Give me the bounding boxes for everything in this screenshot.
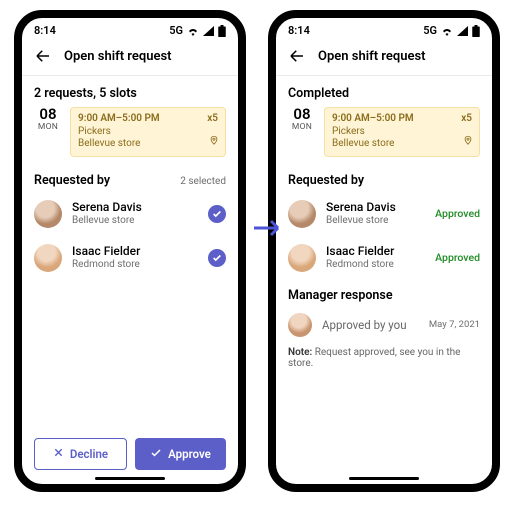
status-badge: Approved — [435, 207, 480, 220]
action-bar: Decline Approve — [34, 426, 226, 484]
battery-icon — [472, 25, 480, 37]
shift-time: 9:00 AM–5:00 PM — [78, 113, 160, 126]
requester-location: Redmond store — [72, 259, 198, 271]
page-title: Open shift request — [64, 49, 172, 64]
approve-button[interactable]: Approve — [135, 438, 226, 470]
requester-row[interactable]: Isaac FielderRedmond store — [34, 236, 226, 280]
manager-response-heading: Manager response — [288, 288, 480, 303]
requester-name: Isaac Fielder — [326, 244, 425, 258]
manager-response-row: Approved by you May 7, 2021 — [288, 309, 480, 343]
shift-row: 08 MON 9:00 AM–5:00 PM x5 Pickers Bellevu… — [34, 107, 226, 157]
decline-label: Decline — [70, 447, 108, 461]
shift-count: x5 — [207, 113, 218, 126]
selected-count: 2 selected — [180, 176, 226, 187]
requester-row[interactable]: Isaac FielderRedmond store Approved — [288, 236, 480, 280]
page-header: Open shift request — [276, 39, 492, 76]
status-bar: 8:14 5G — [276, 18, 492, 39]
avatar — [34, 244, 62, 272]
shift-card[interactable]: 9:00 AM–5:00 PM x5 Pickers Bellevue store — [70, 107, 226, 157]
page-title: Open shift request — [318, 49, 426, 64]
shift-store: Bellevue store — [332, 138, 472, 151]
location-icon — [463, 135, 473, 150]
clock: 8:14 — [288, 24, 310, 37]
date-weekday: MON — [288, 122, 316, 132]
approve-label: Approve — [168, 447, 211, 461]
summary-label: 2 requests, 5 slots — [34, 86, 226, 101]
home-indicator — [95, 477, 165, 480]
phone-after: 8:14 5G Open shift request Completed 08 … — [268, 10, 500, 492]
avatar — [288, 313, 312, 337]
close-icon — [53, 447, 64, 461]
requested-by-heading: Requested by — [34, 173, 110, 188]
back-button[interactable] — [32, 45, 54, 67]
selected-check-icon[interactable] — [208, 249, 226, 267]
note-text: Request approved, see you in the store. — [288, 347, 460, 369]
requester-location: Bellevue store — [326, 215, 425, 227]
shift-count: x5 — [461, 113, 472, 126]
phone-before: 8:14 5G Open shift request 2 requests, 5… — [14, 10, 246, 492]
shift-store: Bellevue store — [78, 138, 218, 151]
requester-location: Redmond store — [326, 259, 425, 271]
shift-role: Pickers — [78, 126, 218, 139]
shift-role: Pickers — [332, 126, 472, 139]
signal-icon — [457, 26, 468, 36]
shift-row: 08 MON 9:00 AM–5:00 PM x5 Pickers Bellevu… — [288, 107, 480, 157]
requester-name: Serena Davis — [326, 200, 425, 214]
transition-arrow-icon — [252, 218, 282, 242]
date-day: 08 — [34, 107, 62, 122]
manager-response-text: Approved by you — [322, 318, 419, 332]
requested-by-heading: Requested by — [288, 173, 364, 188]
signal-icon — [203, 26, 214, 36]
requester-location: Bellevue store — [72, 215, 198, 227]
back-button[interactable] — [286, 45, 308, 67]
avatar — [288, 244, 316, 272]
requester-row[interactable]: Serena DavisBellevue store — [34, 192, 226, 236]
note-label: Note: — [288, 347, 312, 358]
requester-name: Isaac Fielder — [72, 244, 198, 258]
battery-icon — [218, 25, 226, 37]
page-header: Open shift request — [22, 39, 238, 76]
summary-label: Completed — [288, 86, 480, 101]
shift-time: 9:00 AM–5:00 PM — [332, 113, 414, 126]
decline-button[interactable]: Decline — [34, 438, 127, 470]
selected-check-icon[interactable] — [208, 205, 226, 223]
avatar — [34, 200, 62, 228]
wifi-icon — [187, 26, 199, 36]
network-label: 5G — [423, 24, 437, 37]
network-label: 5G — [169, 24, 183, 37]
location-icon — [209, 135, 219, 150]
requester-row[interactable]: Serena DavisBellevue store Approved — [288, 192, 480, 236]
avatar — [288, 200, 316, 228]
shift-card[interactable]: 9:00 AM–5:00 PM x5 Pickers Bellevue store — [324, 107, 480, 157]
home-indicator — [349, 477, 419, 480]
date-column: 08 MON — [34, 107, 62, 157]
date-column: 08 MON — [288, 107, 316, 157]
status-bar: 8:14 5G — [22, 18, 238, 39]
requester-name: Serena Davis — [72, 200, 198, 214]
status-badge: Approved — [435, 251, 480, 264]
date-day: 08 — [288, 107, 316, 122]
wifi-icon — [441, 26, 453, 36]
manager-response-date: May 7, 2021 — [429, 319, 480, 330]
check-icon — [150, 447, 162, 462]
date-weekday: MON — [34, 122, 62, 132]
clock: 8:14 — [34, 24, 56, 37]
manager-note: Note: Request approved, see you in the s… — [288, 347, 480, 369]
